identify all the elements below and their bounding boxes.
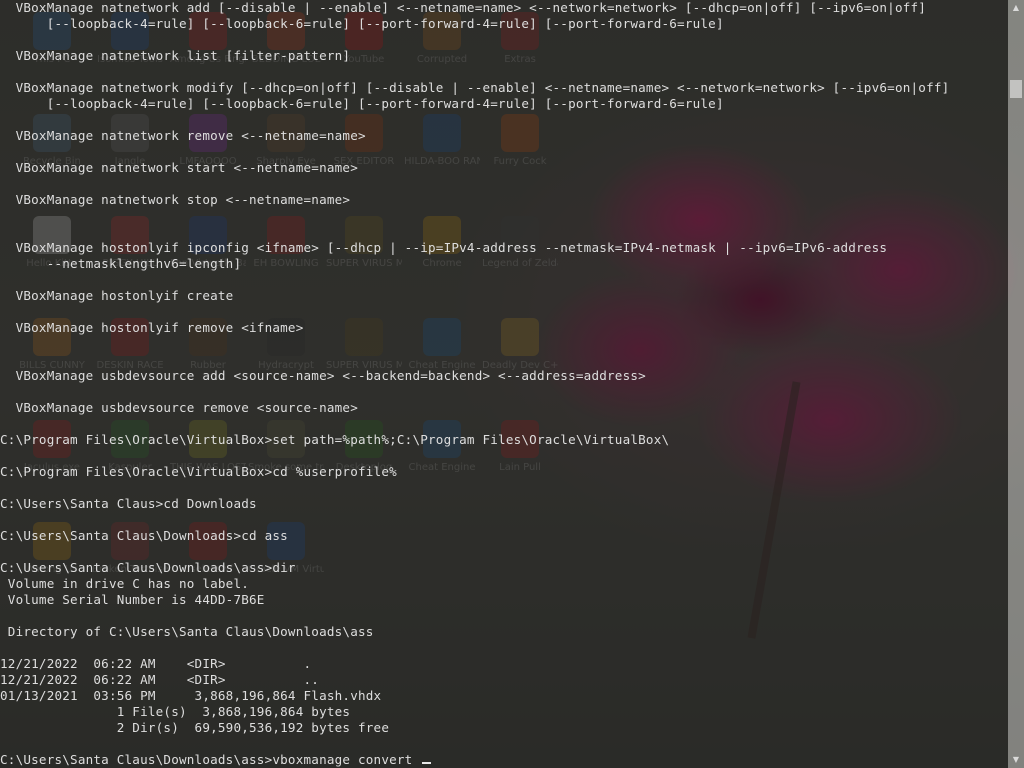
console-line: VBoxManage natnetwork add [--disable | -…	[0, 0, 927, 15]
console-line: Directory of C:\Users\Santa Claus\Downlo…	[0, 624, 374, 639]
console-line: VBoxManage hostonlyif remove <ifname>	[0, 320, 304, 335]
command-prompt-window[interactable]: VBoxManage natnetwork add [--disable | -…	[0, 0, 1008, 768]
console-line: Volume in drive C has no label.	[0, 576, 250, 591]
console-line: 12/21/2022 06:22 AM <DIR> .	[0, 656, 312, 671]
console-line: 01/13/2021 03:56 PM 3,868,196,864 Flash.…	[0, 688, 382, 703]
console-line: VBoxManage natnetwork list [filter-patte…	[0, 48, 351, 63]
console-line: VBoxManage natnetwork modify [--dhcp=on|…	[0, 80, 950, 95]
console-line: C:\Program Files\Oracle\VirtualBox>cd %u…	[0, 464, 397, 479]
console-line: 2 Dir(s) 69,590,536,192 bytes free	[0, 720, 390, 735]
console-line: [--loopback-4=rule] [--loopback-6=rule] …	[0, 16, 724, 31]
console-line: --netmasklengthv6=length]	[0, 256, 242, 271]
console-line: VBoxManage hostonlyif ipconfig <ifname> …	[0, 240, 888, 255]
console-line: VBoxManage usbdevsource add <source-name…	[0, 368, 646, 383]
console-line: VBoxManage natnetwork remove <--netname=…	[0, 128, 366, 143]
console-line: VBoxManage hostonlyif create	[0, 288, 234, 303]
console-line: Volume Serial Number is 44DD-7B6E	[0, 592, 265, 607]
console-line: C:\Users\Santa Claus>cd Downloads	[0, 496, 257, 511]
scroll-down-arrow-icon[interactable]: ▼	[1008, 752, 1024, 768]
console-line: C:\Users\Santa Claus\Downloads\ass>vboxm…	[0, 752, 432, 768]
console-line: C:\Program Files\Oracle\VirtualBox>set p…	[0, 432, 670, 447]
console-line: C:\Users\Santa Claus\Downloads>cd ass	[0, 528, 288, 543]
scroll-up-arrow-icon[interactable]: ▲	[1008, 0, 1024, 16]
console-line: VBoxManage natnetwork stop <--netname=na…	[0, 192, 351, 207]
console-line: VBoxManage usbdevsource remove <source-n…	[0, 400, 358, 415]
console-line: 12/21/2022 06:22 AM <DIR> ..	[0, 672, 320, 687]
text-cursor	[422, 762, 432, 764]
console-line: 1 File(s) 3,868,196,864 bytes	[0, 704, 351, 719]
scroll-thumb[interactable]	[1010, 80, 1022, 98]
console-line: C:\Users\Santa Claus\Downloads\ass>dir	[0, 560, 296, 575]
console-line: VBoxManage natnetwork start <--netname=n…	[0, 160, 358, 175]
console-line: [--loopback-4=rule] [--loopback-6=rule] …	[0, 96, 724, 111]
console-scrollbar[interactable]: ▲ ▼	[1008, 0, 1024, 768]
